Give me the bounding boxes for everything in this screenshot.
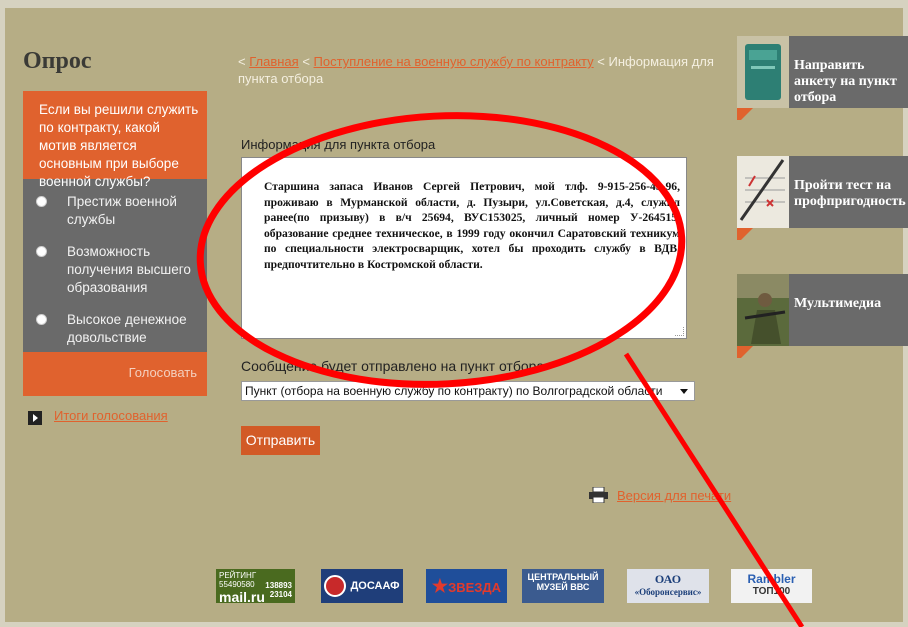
breadcrumb-separator: < — [238, 54, 246, 69]
museum-logo[interactable]: ЦЕНТРАЛЬНЫЙ МУЗЕЙ ВВС — [522, 569, 604, 603]
zvezda-text: ЗВЕЗДА — [448, 580, 502, 595]
panel-box: Направить анкету на пункт отбора — [789, 36, 908, 108]
dosaaf-text: ДОСААФ — [350, 580, 400, 592]
poll-widget: Если вы решили служить по контракту, как… — [23, 91, 207, 396]
poll-option-label: Возможность получения высшего образовани… — [67, 244, 191, 295]
poll-results-link[interactable]: Итоги голосования — [54, 408, 168, 423]
dosaaf-emblem-icon — [324, 575, 347, 598]
panel-tail — [741, 108, 753, 120]
dropdown-arrow-icon[interactable] — [680, 389, 688, 394]
breadcrumb-separator: < — [302, 54, 310, 69]
oboronservis-text-top: ОАО — [654, 572, 682, 586]
red-star-icon: ★ — [431, 576, 449, 596]
oboronservis-text-bottom: «Оборонсервис» — [634, 587, 702, 597]
printer-icon[interactable] — [589, 487, 608, 503]
submit-button[interactable]: Отправить — [241, 426, 320, 455]
id-card-icon — [737, 36, 789, 108]
play-arrow-icon — [28, 411, 42, 425]
selected-point-value: Пункт (отбора на военную службу по контр… — [245, 384, 663, 398]
vote-button[interactable]: Голосовать — [129, 365, 197, 380]
poll-option[interactable]: Высокое денежное довольствие — [23, 311, 207, 353]
rambler-logo[interactable]: Rambler ТОП100 — [731, 569, 812, 603]
rambler-text-top: Rambler — [747, 572, 796, 586]
panel-tail — [741, 228, 753, 240]
multimedia-panel[interactable]: Мультимедиа — [737, 274, 908, 358]
page: Опрос Если вы решили служить по контракт… — [5, 8, 908, 622]
panel-tail — [741, 346, 753, 358]
rambler-text-bottom: ТОП100 — [752, 586, 791, 597]
dosaaf-logo[interactable]: ДОСААФ — [321, 569, 403, 603]
info-textarea-text: Старшина запаса Иванов Сергей Петрович, … — [264, 180, 680, 271]
panel-box: Пройти тест на профпригодность — [789, 156, 908, 228]
vote-bar: Голосовать — [23, 352, 207, 396]
poll-title: Опрос — [23, 48, 92, 74]
poll-option[interactable]: Возможность получения высшего образовани… — [23, 243, 207, 303]
multimedia-label: Мультимедиа — [794, 296, 882, 311]
mail-ru-brand: mail.ru — [219, 589, 265, 605]
breadcrumb: < Главная < Поступление на военную служб… — [238, 53, 718, 87]
send-form-panel[interactable]: Направить анкету на пункт отбора — [737, 36, 908, 120]
poll-question: Если вы решили служить по контракту, как… — [23, 91, 207, 189]
poll-option[interactable]: Престиж военной службы — [23, 193, 207, 235]
send-to-label: Сообщение будет отправлено на пункт отбо… — [241, 358, 545, 374]
oboronservis-logo[interactable]: ОАО «Оборонсервис» — [627, 569, 709, 603]
soldier-photo-icon — [737, 274, 789, 346]
send-form-label: Направить анкету на пункт отбора — [794, 58, 897, 105]
poll-option-label: Престиж военной службы — [67, 194, 177, 227]
mail-ru-counter[interactable]: РЕЙТИНГ 55490580 mail.ru 138893 23104 — [216, 569, 295, 605]
test-form-icon — [737, 156, 789, 228]
breadcrumb-home-link[interactable]: Главная — [249, 54, 298, 69]
museum-text-top: ЦЕНТРАЛЬНЫЙ — [527, 572, 599, 582]
mail-ru-numbers: 138893 23104 — [265, 581, 292, 599]
aptitude-test-panel[interactable]: Пройти тест на профпригодность — [737, 156, 908, 240]
aptitude-test-label: Пройти тест на профпригодность — [794, 178, 906, 209]
selection-point-select[interactable]: Пункт (отбора на военную службу по контр… — [241, 381, 695, 401]
breadcrumb-separator: < — [597, 54, 605, 69]
poll-options: Престиж военной службы Возможность получ… — [23, 179, 207, 353]
radio-button[interactable] — [36, 196, 47, 207]
zvezda-logo[interactable]: ★ЗВЕЗДА — [426, 569, 507, 603]
resize-handle-icon[interactable] — [675, 327, 684, 336]
panel-box: Мультимедиа — [789, 274, 908, 346]
radio-button[interactable] — [36, 246, 47, 257]
print-version-link[interactable]: Версия для печати — [617, 488, 731, 503]
breadcrumb-section-link[interactable]: Поступление на военную службу по контрак… — [314, 54, 594, 69]
info-textarea[interactable]: Старшина запаса Иванов Сергей Петрович, … — [241, 157, 687, 339]
radio-button[interactable] — [36, 314, 47, 325]
museum-text-bottom: МУЗЕЙ ВВС — [536, 582, 590, 592]
info-field-label: Информация для пункта отбора — [241, 137, 436, 152]
poll-option-label: Высокое денежное довольствие — [67, 312, 187, 345]
